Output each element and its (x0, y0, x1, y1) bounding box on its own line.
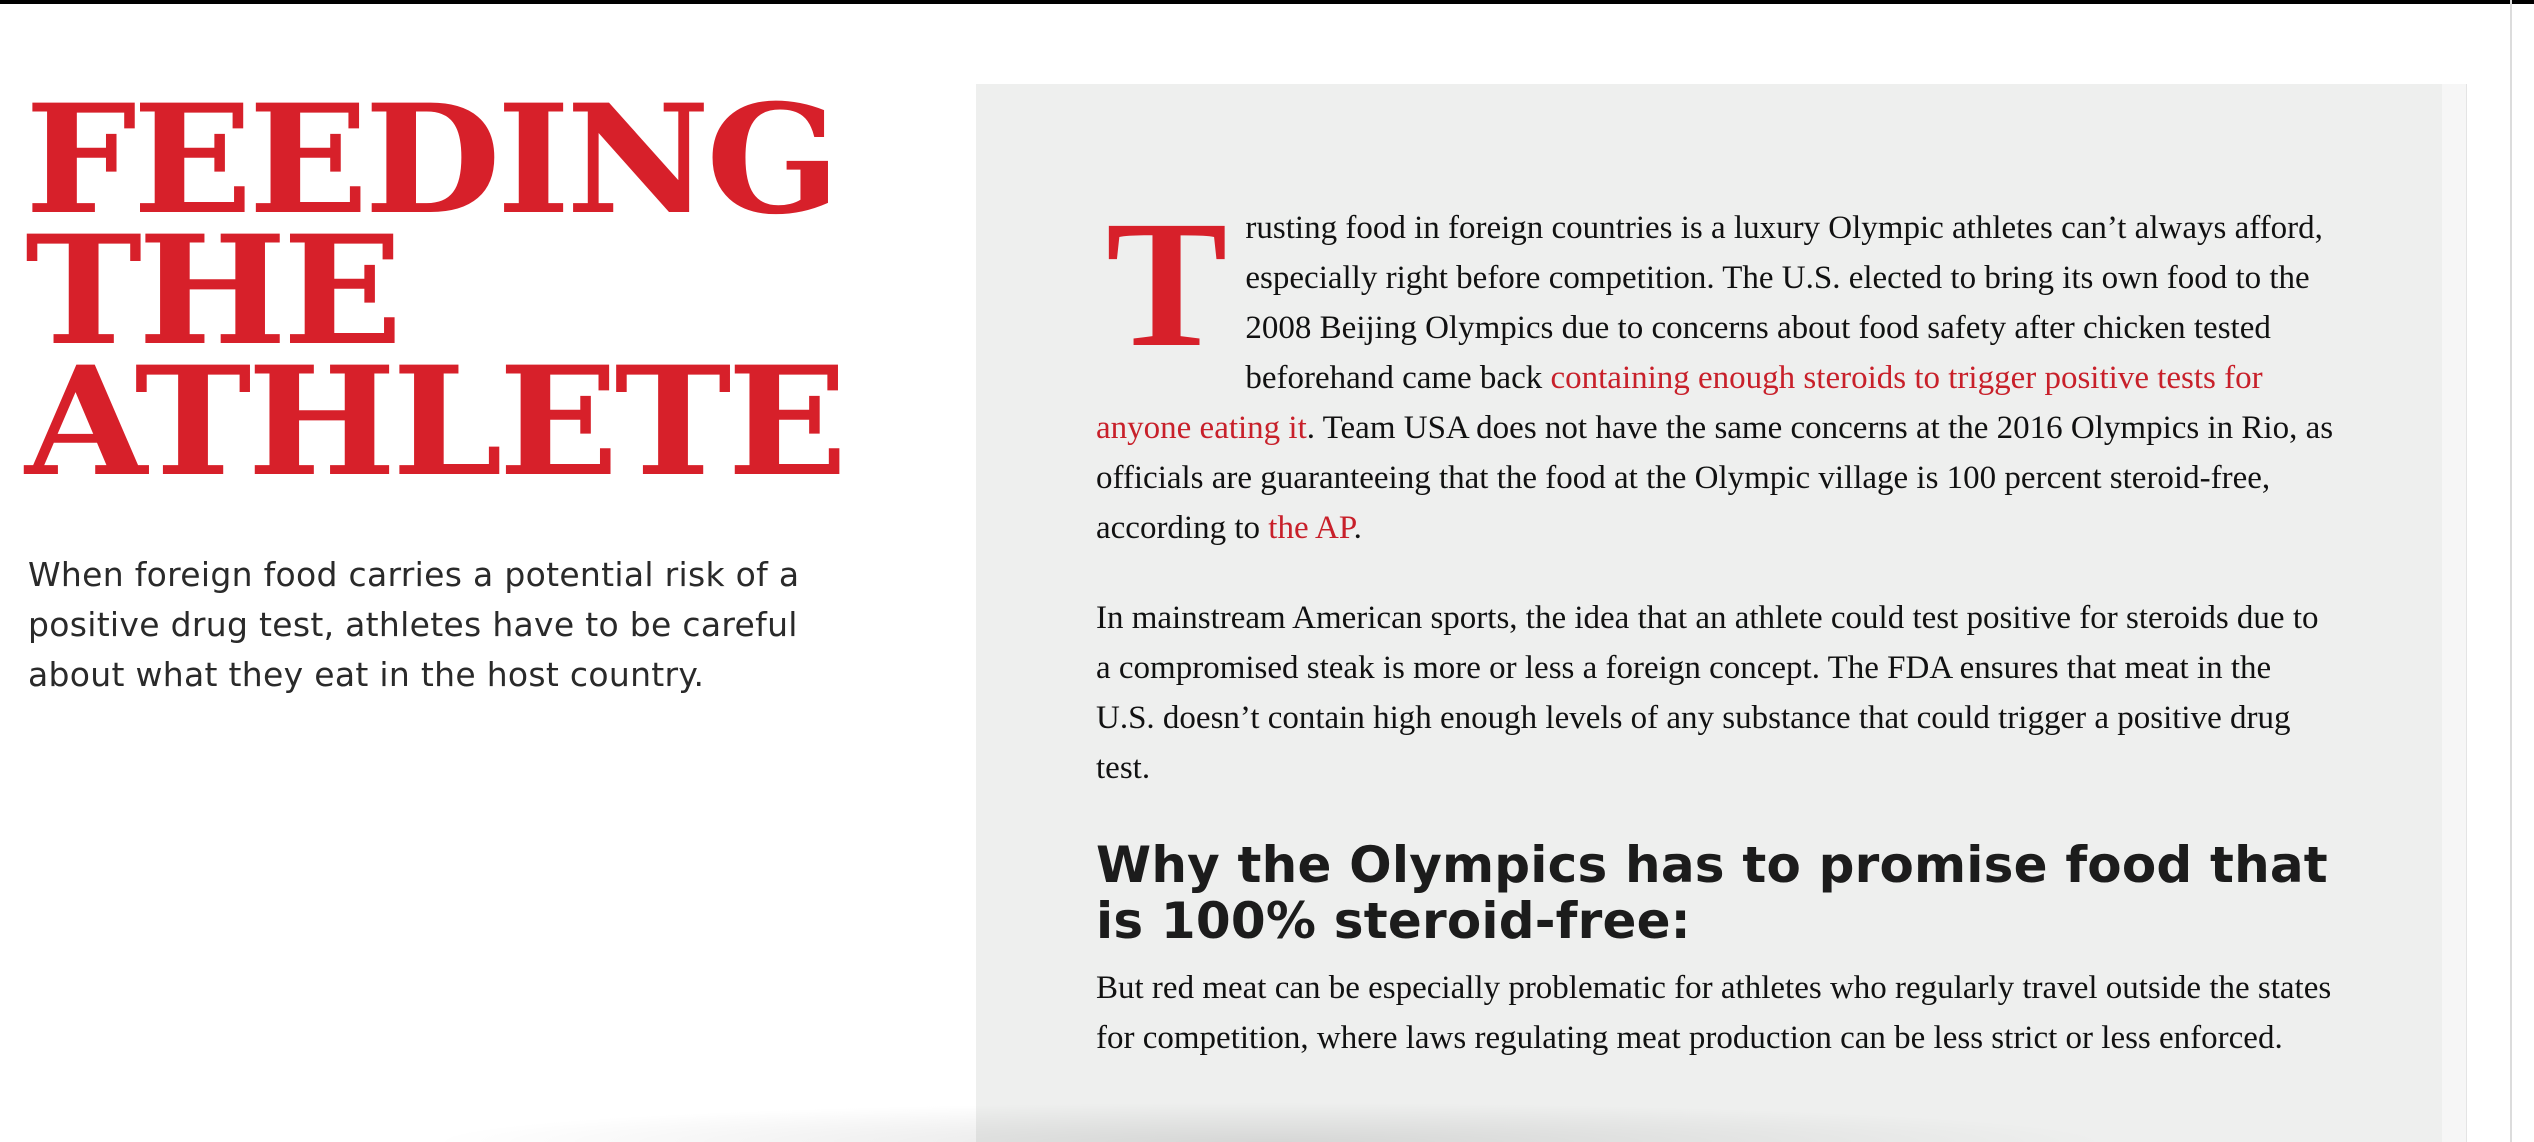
article-paragraph-2: In mainstream American sports, the idea … (1096, 600, 2319, 786)
article-paragraph-3: But red meat can be especially problemat… (1096, 970, 2332, 1056)
headline: FEEDING THE ATHLETE (25, 85, 925, 497)
article-body: Trusting food in foreign countries is a … (1096, 184, 2336, 1063)
article-dek: When foreign food carries a potential ri… (28, 555, 800, 694)
hero-column: FEEDING THE ATHLETE When foreign food ca… (25, 85, 925, 700)
article-paragraph-1: Trusting food in foreign countries is a … (1096, 184, 2336, 553)
drop-cap: T (1106, 184, 1228, 385)
top-border (0, 0, 2534, 4)
article-subhead: Why the Olympics has to promise food tha… (1096, 836, 2328, 950)
link-the-ap[interactable]: the AP (1268, 510, 1353, 546)
headline-line-3: ATHLETE (25, 334, 847, 510)
paragraph-1-text-c: . (1353, 510, 1362, 546)
article-card-edge (2442, 84, 2467, 1142)
page-edge-line (2510, 0, 2512, 1142)
